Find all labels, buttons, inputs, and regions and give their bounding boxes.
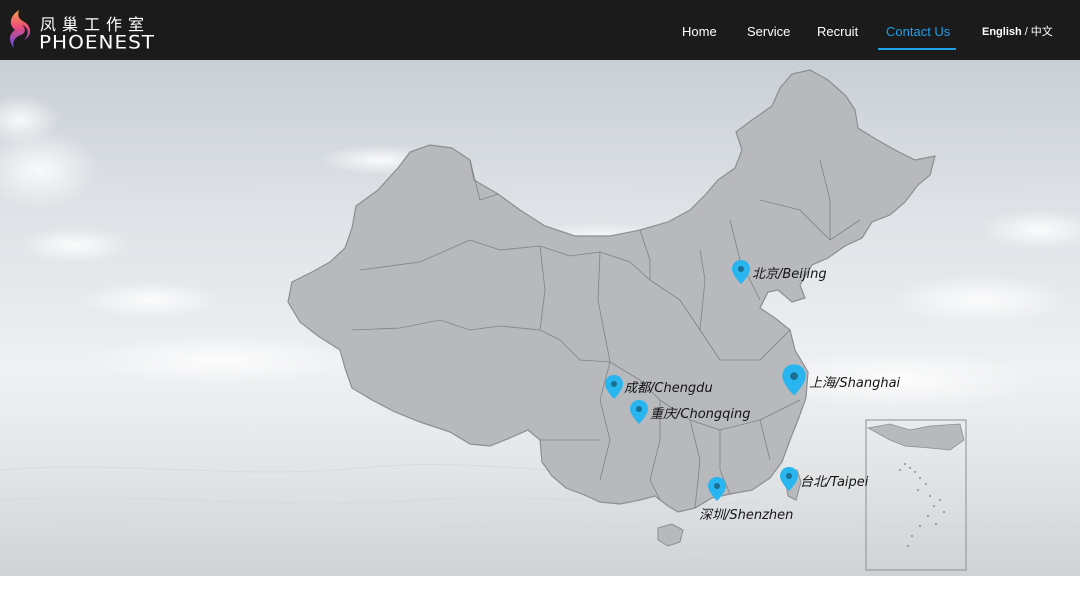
top-navigation-bar: 凤巢工作室 PHOENEST Home Service Recruit Cont… [0, 0, 1080, 60]
language-switcher: English / 中文 [982, 0, 1053, 60]
map-background [0, 69, 1080, 576]
page-bottom-strip [0, 576, 1080, 594]
lang-english[interactable]: English [982, 26, 1022, 38]
location-pin-icon[interactable] [779, 466, 799, 492]
phoenix-flame-icon [9, 10, 31, 48]
city-label-beijing: 北京/Beijing [752, 267, 827, 282]
logo-english-text: PHOENEST [39, 30, 155, 54]
phoenest-logo[interactable]: 凤巢工作室 PHOENEST [6, 8, 154, 54]
nav-service[interactable]: Service [747, 0, 790, 60]
city-label-taipei: 台北/Taipei [800, 475, 869, 490]
active-nav-underline [878, 48, 956, 50]
lang-chinese[interactable]: 中文 [1031, 26, 1053, 38]
city-label-shanghai: 上海/Shanghai [809, 376, 901, 391]
nav-contact-us[interactable]: Contact Us [886, 0, 950, 60]
location-pin-icon[interactable] [731, 259, 751, 285]
location-pin-icon[interactable] [781, 363, 807, 397]
city-label-chongqing: 重庆/Chongqing [650, 407, 751, 422]
location-pin-icon[interactable] [604, 374, 624, 400]
city-label-shenzhen: 深圳/Shenzhen [699, 508, 794, 523]
nav-home[interactable]: Home [682, 0, 717, 60]
location-pin-icon[interactable] [629, 399, 649, 425]
office-map-banner: 北京/Beijing 上海/Shanghai 成都/Chengdu 重庆/Cho… [0, 60, 1080, 576]
nav-recruit[interactable]: Recruit [817, 0, 858, 60]
city-label-chengdu: 成都/Chengdu [624, 381, 713, 396]
location-pin-icon[interactable] [707, 476, 727, 502]
lang-separator: / [1024, 26, 1028, 38]
